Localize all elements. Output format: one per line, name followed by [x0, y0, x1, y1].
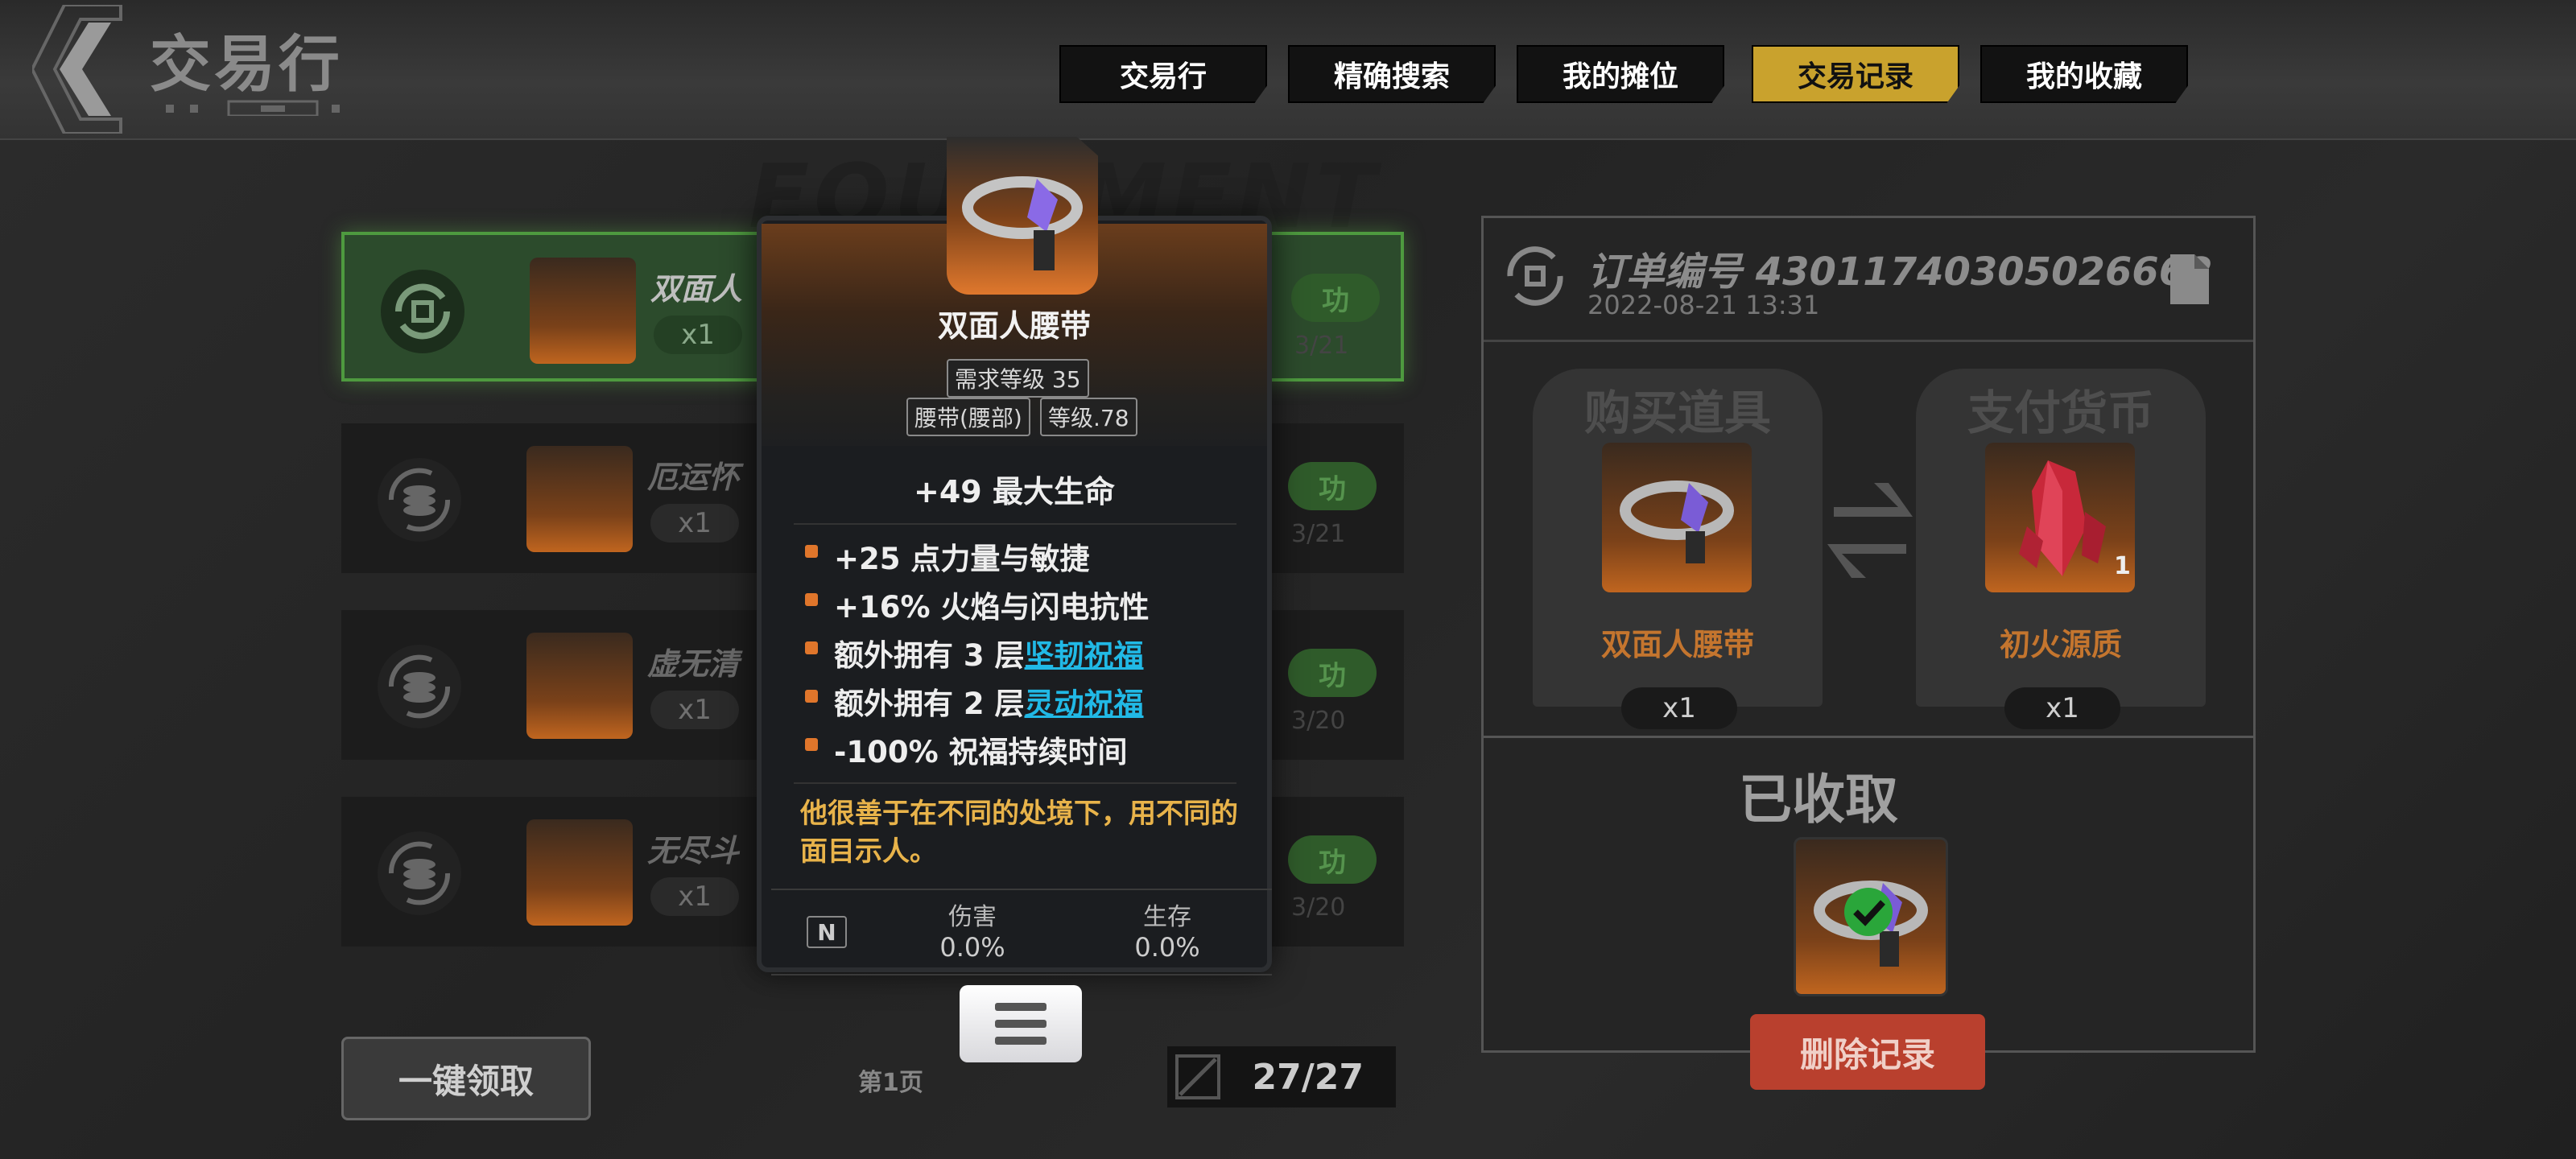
required-level-tag: 需求等级 35	[947, 359, 1089, 398]
record-date: 3/21	[1291, 520, 1346, 548]
belt-icon	[962, 176, 1083, 270]
chevron-left-icon	[30, 3, 122, 135]
status-badge: 功	[1288, 835, 1377, 884]
damage-value: 0.0%	[939, 932, 1005, 963]
coin-stack-icon	[378, 831, 461, 915]
divider	[794, 523, 1236, 525]
tab-my-favorites[interactable]: 我的收藏	[1980, 45, 2188, 103]
affix-line: 额外拥有 2 层灵动祝福	[805, 679, 1144, 723]
tab-my-stall[interactable]: 我的摊位	[1517, 45, 1724, 103]
record-item-name: 无尽斗	[647, 833, 740, 868]
purchased-item-card[interactable]: 购买道具 双面人腰带 x1	[1533, 369, 1823, 729]
record-date: 3/20	[1291, 893, 1346, 922]
keyword-link[interactable]: 坚韧祝福	[1025, 638, 1144, 673]
tab-trade-records[interactable]: 交易记录	[1752, 45, 1959, 103]
divider	[1484, 340, 2253, 342]
affix-line: 额外拥有 3 层坚韧祝福	[805, 631, 1144, 674]
card-title: 支付货币	[1967, 386, 2154, 440]
claim-all-button[interactable]: 一键领取	[341, 1037, 591, 1120]
divider	[794, 782, 1236, 784]
item-thumbnail	[1602, 443, 1752, 592]
survival-value: 0.0%	[1134, 932, 1200, 963]
slot-tag: 腰带(腰部)	[906, 398, 1030, 436]
bullet-icon	[805, 737, 818, 751]
flavor-text: 他很善于在不同的处境下，用不同的面目示人。	[800, 798, 1238, 868]
currency-name: 初火源质	[1999, 627, 2122, 662]
keyword-link[interactable]: 灵动祝福	[1025, 687, 1144, 721]
check-icon	[1844, 888, 1893, 936]
tooltip-item-icon	[947, 137, 1098, 295]
currency-count-badge: 1	[2114, 552, 2131, 580]
belt-icon	[1620, 481, 1734, 563]
record-item-name: 双面人	[650, 271, 743, 307]
record-quantity: x1	[650, 504, 739, 542]
status-badge: 功	[1291, 274, 1380, 322]
bullet-icon	[805, 592, 818, 606]
base-stat: +49 最大生命	[914, 474, 1115, 509]
bullet-icon	[805, 641, 818, 654]
page-count-text: 27/27	[1252, 1056, 1364, 1098]
coin-stack-icon	[378, 645, 461, 728]
page-label: 第1页	[858, 1069, 923, 1097]
payment-currency-card[interactable]: 支付货币 1 初火源质 x1	[1916, 369, 2206, 729]
received-status: 已收取	[1739, 769, 1898, 831]
record-item-name: 虚无清	[647, 646, 740, 682]
status-badge: 功	[1288, 649, 1377, 697]
crystal-icon	[2019, 460, 2106, 576]
tooltip-item-name: 双面人腰带	[937, 308, 1091, 344]
item-thumbnail	[526, 819, 633, 926]
page-icon	[1175, 1054, 1220, 1099]
item-level-tag: 等级.78	[1040, 398, 1137, 436]
refresh-icon	[381, 270, 464, 353]
title-decoration	[166, 100, 340, 116]
tooltip-menu-button[interactable]	[960, 985, 1082, 1062]
record-quantity: x1	[650, 691, 739, 729]
coin-stack-icon	[378, 458, 461, 542]
copy-icon[interactable]	[2165, 250, 2214, 309]
affix-line: -100% 祝福持续时间	[805, 728, 1128, 771]
refresh-icon	[1507, 246, 1563, 306]
item-thumbnail	[530, 258, 636, 364]
bullet-icon	[805, 544, 818, 558]
belt-icon	[1814, 881, 1928, 967]
rarity-tag: N	[807, 916, 847, 948]
survival-label: 生存	[1143, 903, 1191, 931]
affix-line: +16% 火焰与闪电抗性	[805, 583, 1149, 626]
damage-label: 伤害	[948, 903, 997, 931]
record-date: 3/21	[1294, 332, 1349, 360]
bullet-icon	[805, 689, 818, 703]
received-item-thumbnail	[1794, 837, 1948, 996]
back-button[interactable]	[30, 3, 129, 135]
item-name: 双面人腰带	[1600, 627, 1754, 662]
currency-thumbnail: 1	[1985, 443, 2135, 592]
tab-precise-search[interactable]: 精确搜索	[1288, 45, 1496, 103]
tab-trading-house[interactable]: 交易行	[1059, 45, 1267, 103]
record-quantity: x1	[654, 316, 742, 354]
affix-line: +25 点力量与敏捷	[805, 534, 1089, 578]
page-counter: 27/27	[1167, 1046, 1396, 1107]
item-thumbnail	[526, 446, 633, 552]
page-title: 交易行	[150, 28, 343, 100]
item-thumbnail	[526, 633, 633, 739]
item-quantity: x1	[1621, 687, 1737, 729]
card-title: 购买道具	[1583, 386, 1771, 440]
record-quantity: x1	[650, 877, 739, 916]
menu-icon	[995, 1003, 1046, 1045]
divider	[1484, 736, 2253, 738]
record-date: 3/20	[1291, 707, 1346, 735]
currency-quantity: x1	[2004, 687, 2120, 729]
delete-record-button[interactable]: 删除记录	[1750, 1014, 1985, 1090]
order-time: 2022-08-21 13:31	[1587, 290, 1820, 320]
status-badge: 功	[1288, 462, 1377, 510]
swap-icon	[1827, 483, 1913, 578]
record-item-name: 厄运怀	[647, 460, 740, 495]
order-number: 订单编号 43011740305026662	[1587, 250, 2213, 295]
